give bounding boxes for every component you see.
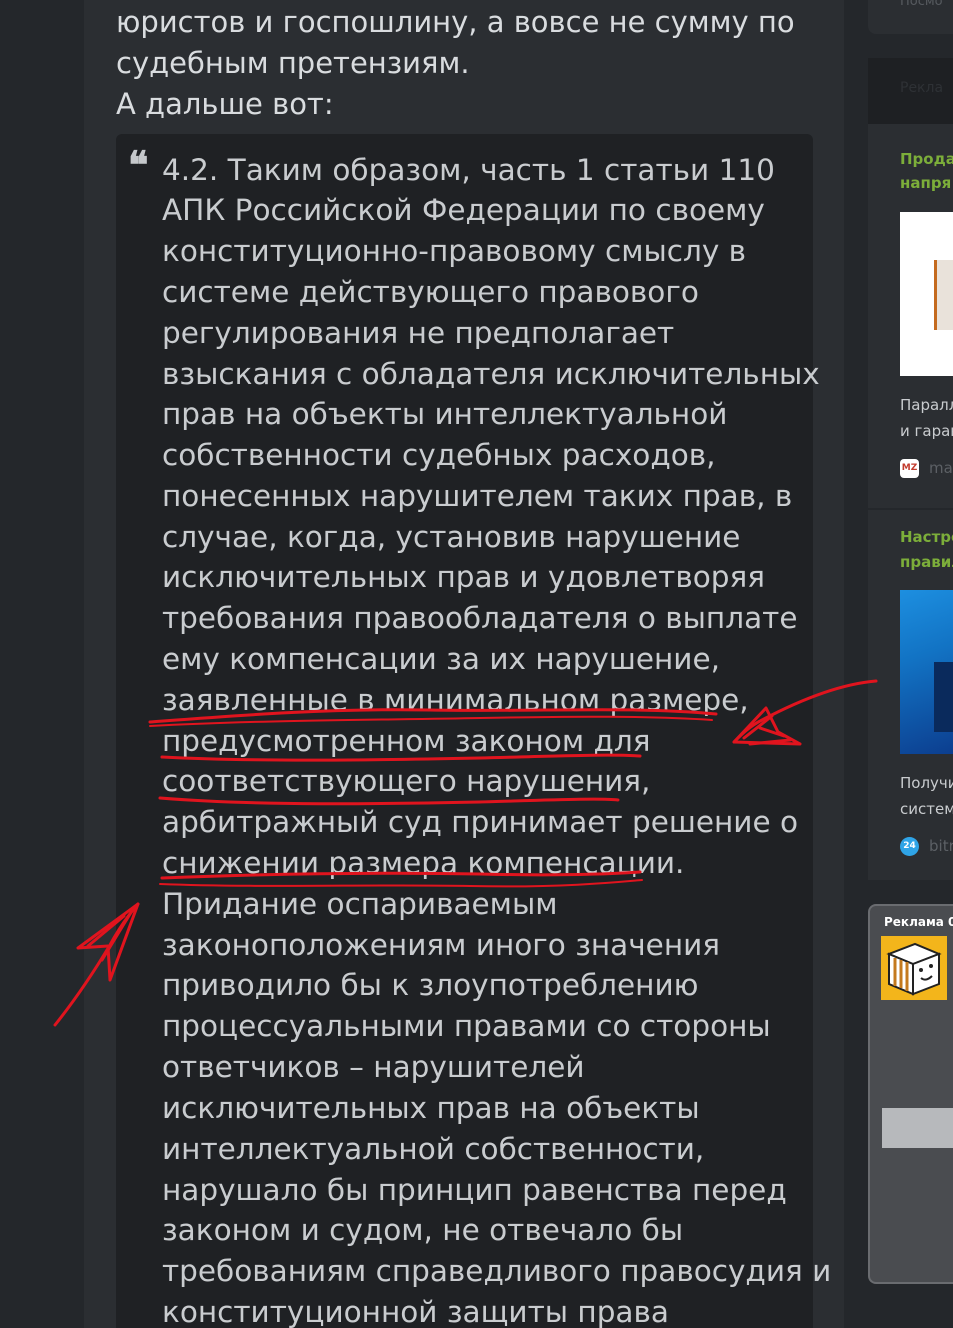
quote-line: соответствующего нарушения, (162, 764, 651, 798)
quote-line: требованиям справедливого правосудия и (162, 1254, 832, 1288)
quote-line: требования правообладателя о выплате (162, 601, 798, 635)
ad-title[interactable]: Прода (900, 146, 953, 172)
product-image (934, 260, 953, 330)
intro-line: А дальше вот: (116, 87, 334, 121)
intro-line: судебным претензиям. (116, 46, 470, 80)
screen-image (934, 662, 953, 732)
quote-line: взыскания с обладателя исключительных (162, 357, 820, 391)
source-logo-icon: MZ (900, 459, 919, 478)
quote-line: арбитражный суд принимает решение о (162, 805, 799, 839)
quote-line: Придание оспариваемым (162, 887, 558, 921)
sidebar-ad-header-label: Рекла (900, 80, 944, 96)
quote-line: интеллектуальной собственности, (162, 1132, 705, 1166)
ad-text[interactable]: Получи (900, 770, 953, 796)
quote-line: системе действующего правового (162, 275, 699, 309)
quote-line: ему компенсации за их нарушение, (162, 642, 721, 676)
ad-image[interactable] (900, 212, 953, 376)
ad-text[interactable]: Паралл (900, 392, 953, 418)
source-logo-icon: 24 (900, 837, 919, 856)
quote-line: случае, когда, установив нарушение (162, 520, 741, 554)
quote-line: законоположениям иного значения (162, 928, 721, 962)
quote-line: снижении размера компенсации. (162, 846, 685, 880)
quote-line: конституционно-правовому смыслу в (162, 234, 747, 268)
quote-icon: ❝ (128, 142, 149, 187)
quote-line: регулирования не предполагает (162, 316, 675, 350)
quote-line: 4.2. Таким образом, часть 1 статьи 110 (162, 153, 775, 187)
quote-line: прав на объекты интеллектуальной (162, 397, 728, 431)
box-mascot-icon (886, 942, 942, 996)
ad-source[interactable]: ma (929, 459, 953, 477)
quote-line: понесенных нарушителем таких прав, в (162, 479, 793, 513)
page: юристов и госпошлину, а вовсе не сумму п… (0, 0, 953, 1328)
ad-title[interactable]: напря (900, 170, 951, 196)
quote-line: законом и судом, не отвечало бы (162, 1213, 684, 1247)
sidebar-top-link[interactable]: Посмо (900, 0, 943, 9)
intro-line: юристов и госпошлину, а вовсе не сумму п… (116, 5, 795, 39)
ad-button[interactable] (882, 1108, 953, 1148)
ad-title[interactable]: Настро (900, 524, 953, 550)
quote-line: собственности судебных расходов, (162, 438, 716, 472)
ad-label: Реклама 0+ (884, 915, 953, 929)
quote-line: ответчиков – нарушителей (162, 1050, 585, 1084)
ad-text[interactable]: и гаран (900, 418, 953, 444)
quote-line: предусмотренном законом для (162, 724, 651, 758)
quote-line: приводило бы к злоупотреблению (162, 968, 699, 1002)
quote-line: АПК Российской Федерации по своему (162, 193, 765, 227)
quote-line: процессуальными правами со стороны (162, 1009, 771, 1043)
quote-line: исключительных прав и удовлетворяя (162, 560, 766, 594)
quote-line: исключительных прав на объекты (162, 1091, 700, 1125)
quote-line: нарушало бы принцип равенства перед (162, 1173, 787, 1207)
ad-picture-icon[interactable] (881, 936, 947, 1000)
ad-title[interactable]: правил (900, 549, 953, 575)
ad-source[interactable]: bitr (929, 837, 953, 855)
ad-text[interactable]: систем (900, 796, 953, 822)
ad-image[interactable] (900, 590, 953, 754)
quote-line: конституционной защиты права (162, 1295, 669, 1328)
quote-line: заявленные в минимальном размере, (162, 683, 749, 717)
divider (868, 508, 953, 510)
